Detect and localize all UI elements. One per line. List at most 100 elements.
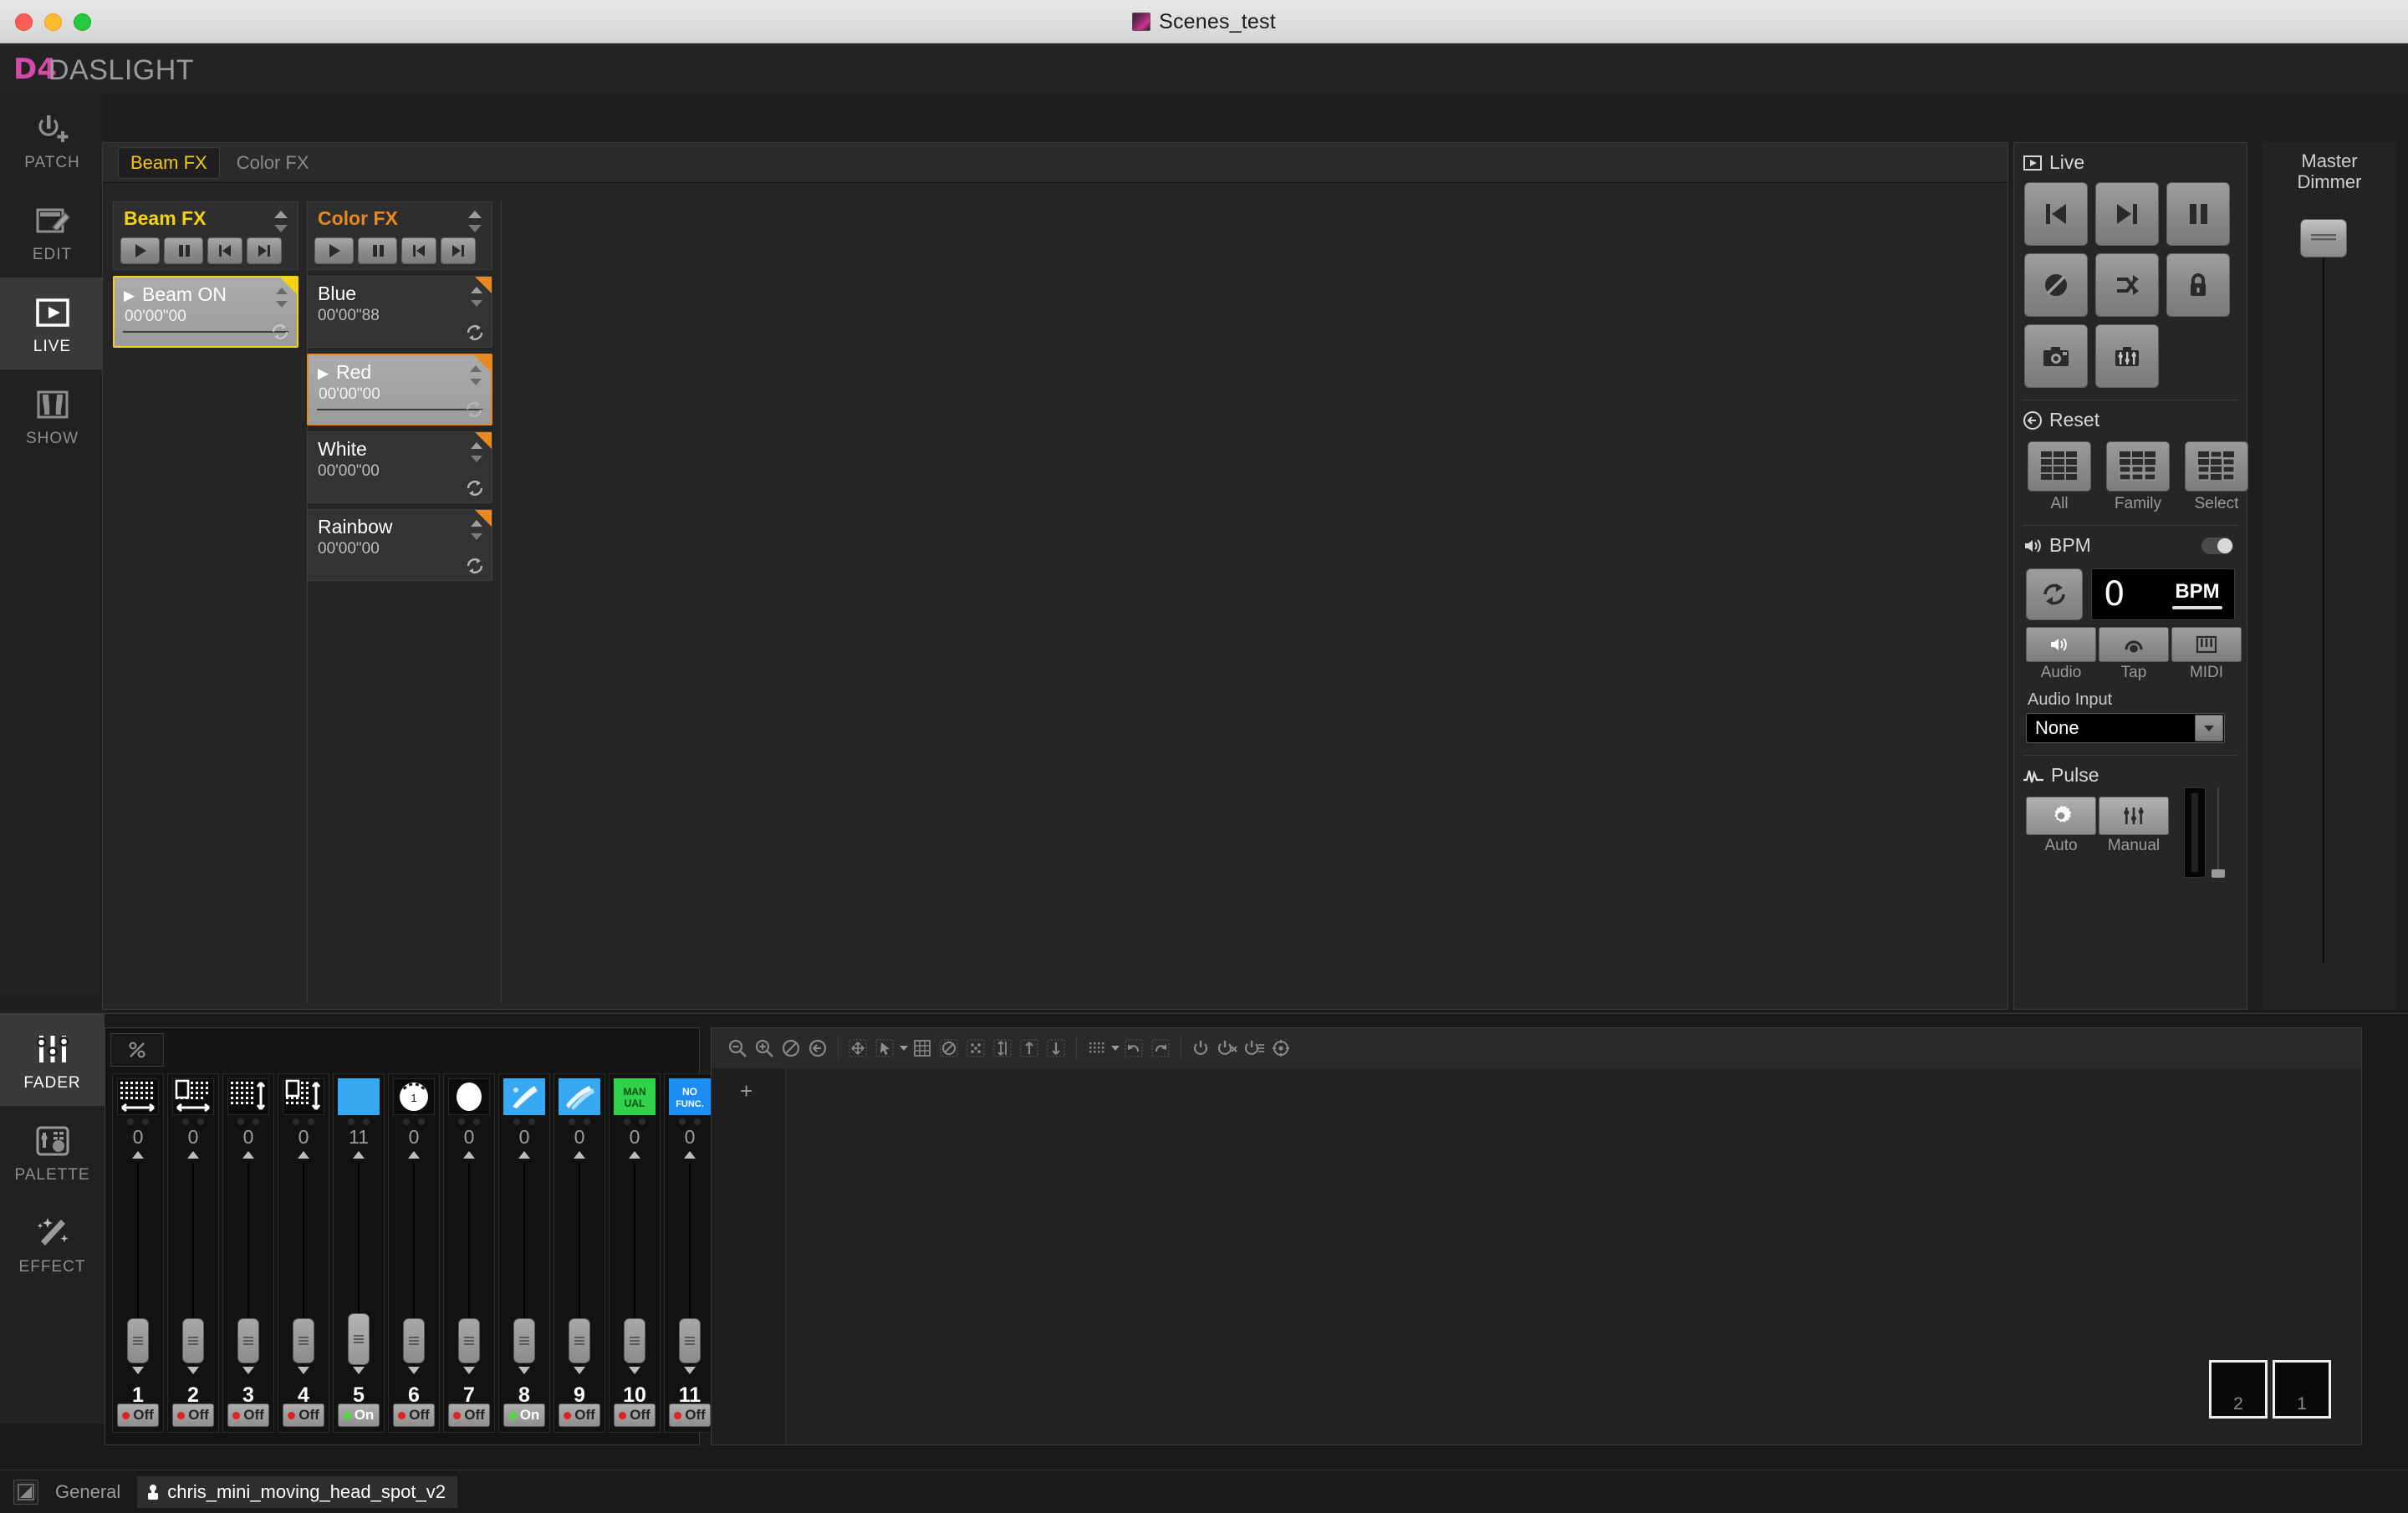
color-play-button[interactable] — [314, 237, 354, 264]
color-next-button[interactable] — [441, 237, 476, 264]
channel-decrease-button[interactable] — [353, 1367, 365, 1374]
scene-spinner[interactable] — [469, 441, 484, 464]
bpm-enable-toggle[interactable] — [2201, 537, 2233, 554]
channel-onoff-button[interactable]: Off — [117, 1403, 159, 1427]
target-icon[interactable] — [1268, 1036, 1293, 1061]
bpm-source-midi-button[interactable] — [2171, 627, 2242, 662]
redo-icon[interactable] — [1148, 1036, 1173, 1061]
select-icon[interactable] — [872, 1036, 897, 1061]
scene-tile[interactable]: ▶ Beam ON 00'00"00 — [113, 276, 298, 348]
channel-decrease-button[interactable] — [574, 1367, 585, 1374]
channel-fader-knob[interactable] — [403, 1318, 425, 1363]
channel-increase-button[interactable] — [684, 1151, 696, 1159]
flip-vertical-icon[interactable] — [990, 1036, 1015, 1061]
sidebar-item-palette[interactable]: PALETTE — [0, 1106, 105, 1198]
channel-onoff-button[interactable]: Off — [669, 1403, 711, 1427]
fixture-item[interactable]: 2 — [2209, 1360, 2268, 1419]
pulse-manual-button[interactable] — [2099, 797, 2169, 835]
zoom-reset-icon[interactable] — [778, 1036, 804, 1061]
fx-group-color-spinner[interactable] — [467, 209, 483, 234]
tab-color-fx[interactable]: Color FX — [225, 148, 321, 178]
channel-decrease-button[interactable] — [132, 1367, 144, 1374]
sidebar-item-fader[interactable]: FADER — [0, 1014, 105, 1106]
sidebar-item-show[interactable]: SHOW — [0, 369, 105, 461]
sidebar-item-edit[interactable]: EDIT — [0, 186, 105, 278]
sidebar-item-patch[interactable]: PATCH — [0, 94, 105, 186]
channel-increase-button[interactable] — [629, 1151, 640, 1159]
tab-beam-fx[interactable]: Beam FX — [118, 146, 220, 179]
audio-input-select[interactable]: None — [2026, 713, 2225, 743]
channel-increase-button[interactable] — [518, 1151, 530, 1159]
tab-general[interactable]: General — [47, 1481, 129, 1503]
channel-onoff-button[interactable]: Off — [448, 1403, 490, 1427]
channel-fader-knob[interactable] — [348, 1313, 370, 1365]
beam-play-button[interactable] — [120, 237, 160, 264]
channel-onoff-button[interactable]: Off — [283, 1403, 324, 1427]
channel-increase-button[interactable] — [408, 1151, 420, 1159]
2d-view-canvas[interactable]: 2 1 — [788, 1068, 2361, 1444]
live-snapshot-button[interactable] — [2024, 324, 2088, 388]
scene-spinner[interactable] — [469, 285, 484, 308]
align-down-icon[interactable] — [1043, 1036, 1069, 1061]
scatter-icon[interactable] — [963, 1036, 988, 1061]
channel-decrease-button[interactable] — [408, 1367, 420, 1374]
sidebar-item-live[interactable]: LIVE — [0, 278, 105, 369]
beam-next-button[interactable] — [247, 237, 282, 264]
channel-decrease-button[interactable] — [187, 1367, 199, 1374]
image-icon[interactable] — [13, 1479, 38, 1505]
channel-onoff-button[interactable]: Off — [172, 1403, 214, 1427]
channel-onoff-button[interactable]: Off — [393, 1403, 435, 1427]
circle-slash-icon[interactable] — [936, 1036, 962, 1061]
channel-decrease-button[interactable] — [629, 1367, 640, 1374]
channel-fader-knob[interactable] — [182, 1318, 204, 1363]
fixture-item[interactable]: 1 — [2273, 1360, 2331, 1419]
zoom-in-icon[interactable] — [752, 1036, 777, 1061]
reset-all-button[interactable] — [2028, 441, 2091, 492]
live-prev-button[interactable] — [2024, 182, 2088, 246]
channel-fader-knob[interactable] — [127, 1318, 149, 1363]
channel-fader-knob[interactable] — [569, 1318, 590, 1363]
channel-increase-button[interactable] — [353, 1151, 365, 1159]
zoom-fit-icon[interactable] — [805, 1036, 830, 1061]
scene-tile[interactable]: ▶ Red 00'00"00 — [307, 354, 492, 425]
live-lock-button[interactable] — [2166, 253, 2230, 317]
color-prev-button[interactable] — [401, 237, 436, 264]
slider-knob[interactable] — [2212, 869, 2225, 878]
zoom-out-icon[interactable] — [725, 1036, 750, 1061]
reset-select-button[interactable] — [2185, 441, 2248, 492]
scene-spinner[interactable] — [274, 286, 289, 309]
add-group-button[interactable]: + — [740, 1078, 752, 1104]
beam-prev-button[interactable] — [207, 237, 242, 264]
scene-spinner[interactable] — [469, 518, 484, 542]
scene-loop-icon[interactable] — [465, 323, 485, 343]
live-fader-preset-button[interactable] — [2095, 324, 2159, 388]
channel-onoff-button[interactable]: Off — [614, 1403, 656, 1427]
channel-increase-button[interactable] — [574, 1151, 585, 1159]
channel-increase-button[interactable] — [298, 1151, 309, 1159]
master-dimmer-fader[interactable] — [2300, 219, 2347, 963]
scene-loop-icon[interactable] — [465, 478, 485, 498]
channel-onoff-button[interactable]: Off — [227, 1403, 269, 1427]
channel-decrease-button[interactable] — [463, 1367, 475, 1374]
chevron-down-icon[interactable] — [1111, 1046, 1120, 1051]
scene-loop-icon[interactable] — [465, 556, 485, 576]
tab-fixture-profile[interactable]: chris_mini_moving_head_spot_v2 — [137, 1475, 457, 1508]
channel-decrease-button[interactable] — [518, 1367, 530, 1374]
power-off-icon[interactable] — [1215, 1036, 1240, 1061]
reset-family-button[interactable] — [2106, 441, 2170, 492]
power-list-icon[interactable] — [1242, 1036, 1267, 1061]
align-up-icon[interactable] — [1017, 1036, 1042, 1061]
scene-spinner[interactable] — [468, 364, 483, 387]
channel-onoff-button[interactable]: Off — [559, 1403, 600, 1427]
channel-decrease-button[interactable] — [242, 1367, 254, 1374]
grid-icon[interactable] — [910, 1036, 935, 1061]
channel-onoff-button[interactable]: On — [503, 1403, 545, 1427]
channel-fader-knob[interactable] — [458, 1318, 480, 1363]
move-icon[interactable] — [845, 1036, 870, 1061]
pulse-level-slider[interactable] — [2212, 787, 2225, 878]
live-next-button[interactable] — [2095, 182, 2159, 246]
beam-pause-button[interactable] — [164, 237, 203, 264]
channel-increase-button[interactable] — [187, 1151, 199, 1159]
channel-fader-knob[interactable] — [513, 1318, 535, 1363]
scene-tile[interactable]: Rainbow 00'00"00 — [307, 509, 492, 581]
